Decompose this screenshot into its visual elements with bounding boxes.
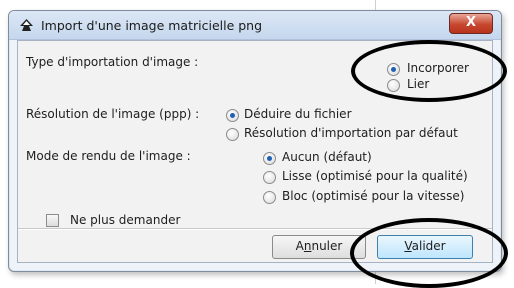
option-aucun-label[interactable]: Aucun (défaut): [282, 150, 372, 164]
inkscape-icon: [20, 19, 33, 31]
radio-lisse[interactable]: [263, 171, 276, 184]
dont-ask-label[interactable]: Ne plus demander: [70, 213, 180, 227]
option-deduire-label[interactable]: Déduire du fichier: [244, 107, 352, 121]
option-lisse-label[interactable]: Lisse (optimisé pour la qualité): [282, 169, 468, 183]
render-mode-label: Mode de rendu de l'image :: [26, 149, 191, 163]
title-bar[interactable]: Import d'une image matricielle png X: [9, 11, 501, 40]
option-resolution-defaut-label[interactable]: Résolution d'importation par défaut: [244, 126, 458, 140]
close-button[interactable]: X: [449, 13, 493, 34]
resolution-label: Résolution de l'image (ppp) :: [26, 107, 200, 121]
radio-aucun[interactable]: [263, 152, 276, 165]
annotation-ellipse-import-type: [351, 40, 507, 102]
annotation-ellipse-ok-button: [350, 218, 508, 288]
radio-bloc[interactable]: [263, 191, 276, 204]
image-import-type-label: Type d'importation d'image :: [26, 55, 199, 69]
close-icon: X: [465, 15, 477, 30]
dont-ask-checkbox[interactable]: [46, 214, 59, 227]
radio-deduire-du-fichier[interactable]: [226, 109, 239, 122]
option-bloc-label[interactable]: Bloc (optimisé pour la vitesse): [282, 189, 464, 203]
radio-resolution-defaut[interactable]: [226, 128, 239, 141]
window-title: Import d'une image matricielle png: [41, 18, 263, 33]
